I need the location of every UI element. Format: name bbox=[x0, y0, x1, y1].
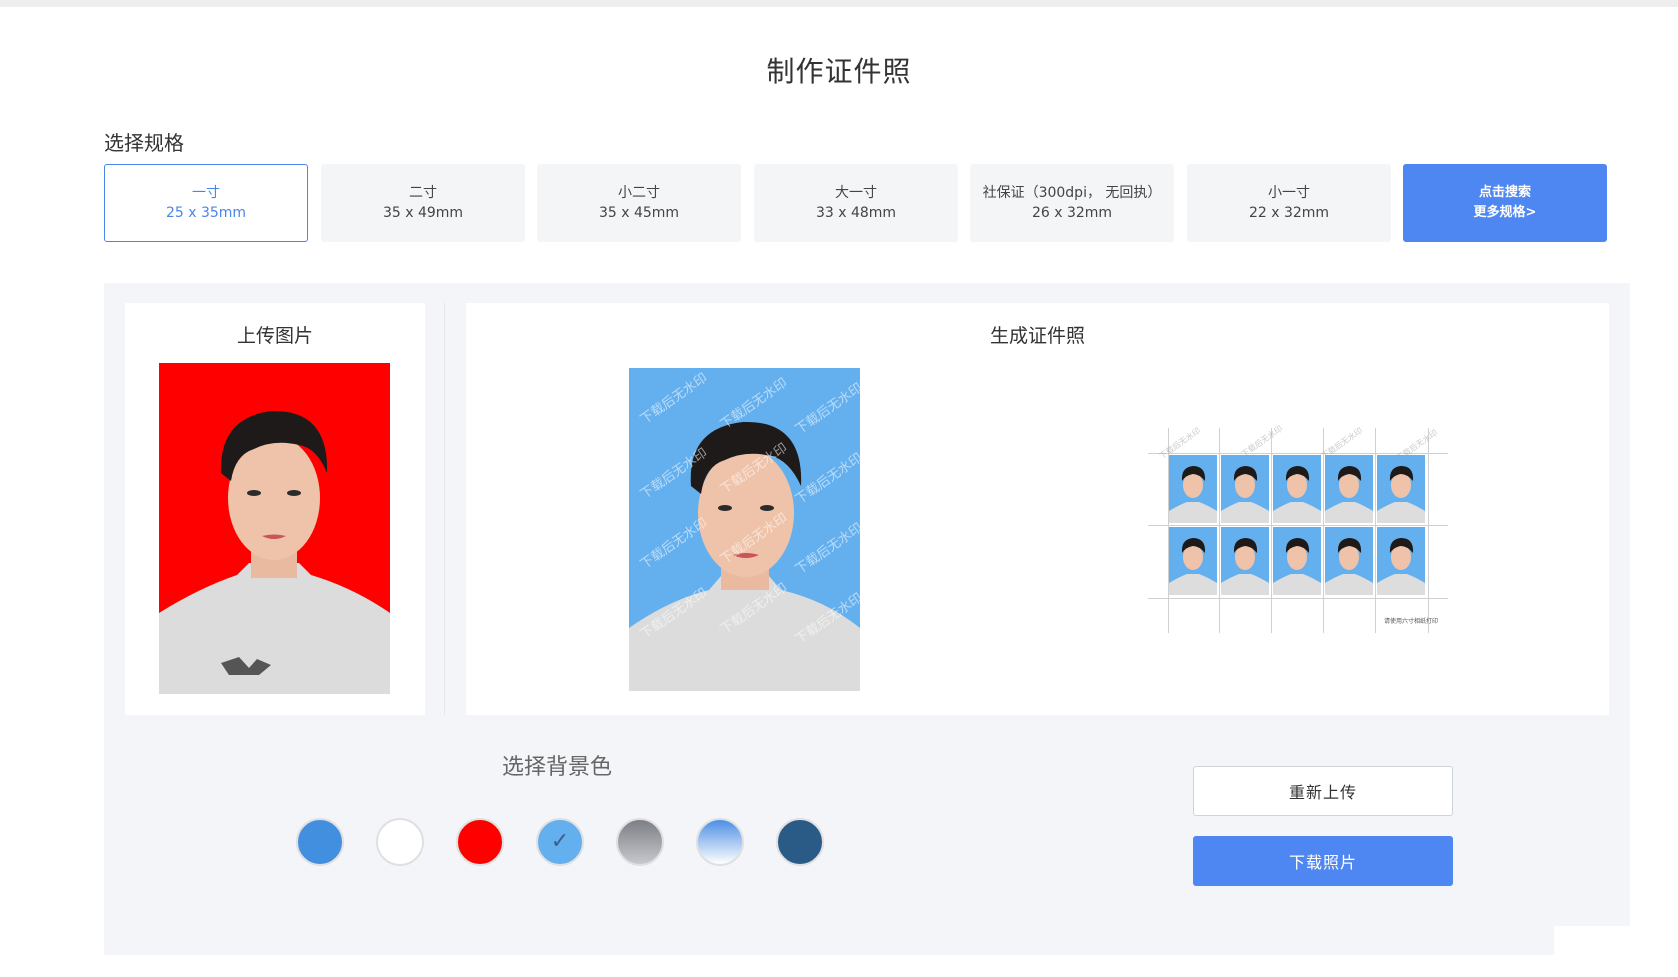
mini-photo bbox=[1169, 455, 1217, 523]
mini-photo bbox=[1169, 527, 1217, 595]
more-specs-line2: 更多规格> bbox=[1473, 205, 1537, 220]
cut-line bbox=[1323, 428, 1324, 633]
spec-name: 一寸 bbox=[192, 185, 220, 201]
bg-color-dark-blue[interactable] bbox=[776, 818, 824, 866]
spec-size: 25 x 35mm bbox=[165, 205, 247, 221]
spec-size: 33 x 48mm bbox=[815, 205, 897, 221]
spec-size: 26 x 32mm bbox=[1031, 205, 1113, 221]
spec-name: 大一寸 bbox=[835, 185, 877, 201]
sheet-print-note: 请使用六寸相纸打印 bbox=[1383, 618, 1438, 625]
result-panel-title: 生成证件照 bbox=[989, 325, 1085, 347]
upload-panel-title: 上传图片 bbox=[236, 325, 313, 347]
upload-panel: 上传图片 bbox=[125, 303, 425, 715]
spec-option-1cun[interactable]: 一寸 25 x 35mm bbox=[104, 164, 308, 242]
spec-size: 35 x 49mm bbox=[382, 205, 464, 221]
mini-photo bbox=[1273, 455, 1321, 523]
bg-color-light-blue[interactable]: ✓ bbox=[536, 818, 584, 866]
spec-name: 二寸 bbox=[409, 185, 437, 201]
uploaded-photo[interactable] bbox=[159, 363, 390, 694]
spec-name: 小一寸 bbox=[1268, 185, 1310, 201]
background-color-label: 选择背景色 bbox=[502, 755, 613, 780]
cut-line bbox=[1375, 428, 1376, 633]
spec-name: 社保证（300dpi， 无回执） bbox=[982, 185, 1162, 201]
spec-option-small-2cun[interactable]: 小二寸 35 x 45mm bbox=[537, 164, 741, 242]
spec-size: 22 x 32mm bbox=[1248, 205, 1330, 221]
mini-photo bbox=[1221, 455, 1269, 523]
spec-option-2cun[interactable]: 二寸 35 x 49mm bbox=[321, 164, 525, 242]
download-button[interactable]: 下载照片 bbox=[1193, 836, 1453, 886]
spec-name: 小二寸 bbox=[618, 185, 660, 201]
portrait-illustration bbox=[629, 421, 860, 691]
cut-line bbox=[1148, 598, 1448, 599]
spec-section-label: 选择规格 bbox=[104, 131, 184, 155]
result-panel: 生成证件照 下载后无水印 下载后无水印 下载后无水印 下载后无水印 下载后无水印… bbox=[466, 303, 1609, 715]
more-specs-line1: 点击搜索 bbox=[1478, 185, 1531, 200]
cut-line bbox=[1148, 525, 1448, 526]
portrait-illustration bbox=[159, 410, 390, 694]
print-sheet-preview[interactable]: 下载后无水印 下载后无水印 下载后无水印 下载后无水印 请使用六寸相纸打印 bbox=[1148, 424, 1448, 633]
check-icon: ✓ bbox=[550, 829, 570, 854]
mini-photo bbox=[1221, 527, 1269, 595]
reupload-button[interactable]: 重新上传 bbox=[1193, 766, 1453, 816]
mini-photo bbox=[1377, 455, 1425, 523]
bg-color-blue[interactable] bbox=[296, 818, 344, 866]
corner-overlay bbox=[1554, 926, 1634, 966]
cut-line bbox=[1148, 453, 1448, 454]
generated-photo[interactable]: 下载后无水印 下载后无水印 下载后无水印 下载后无水印 下载后无水印 下载后无水… bbox=[629, 368, 860, 691]
mini-photo bbox=[1325, 455, 1373, 523]
bg-color-blue-gradient[interactable] bbox=[696, 818, 744, 866]
spec-option-small-1cun[interactable]: 小一寸 22 x 32mm bbox=[1187, 164, 1391, 242]
workspace: 上传图片 生成证件照 下载后无水印 下载后无水印 下载后无水印 下载后无水印 下… bbox=[104, 283, 1630, 955]
mini-photo bbox=[1325, 527, 1373, 595]
more-specs-button[interactable]: 点击搜索 更多规格> bbox=[1403, 164, 1607, 242]
spec-size: 35 x 45mm bbox=[598, 205, 680, 221]
cut-line bbox=[1428, 428, 1429, 633]
spec-option-large-1cun[interactable]: 大一寸 33 x 48mm bbox=[754, 164, 958, 242]
bg-color-gray-gradient[interactable] bbox=[616, 818, 664, 866]
bg-color-red[interactable] bbox=[456, 818, 504, 866]
cut-line bbox=[1219, 428, 1220, 633]
page-title: 制作证件照 bbox=[766, 55, 912, 88]
bg-color-white[interactable] bbox=[376, 818, 424, 866]
mini-photo bbox=[1377, 527, 1425, 595]
cut-line bbox=[1271, 428, 1272, 633]
top-bar bbox=[0, 0, 1678, 7]
panel-divider bbox=[444, 303, 445, 715]
spec-option-social-security[interactable]: 社保证（300dpi， 无回执） 26 x 32mm bbox=[970, 164, 1174, 242]
mini-photo bbox=[1273, 527, 1321, 595]
